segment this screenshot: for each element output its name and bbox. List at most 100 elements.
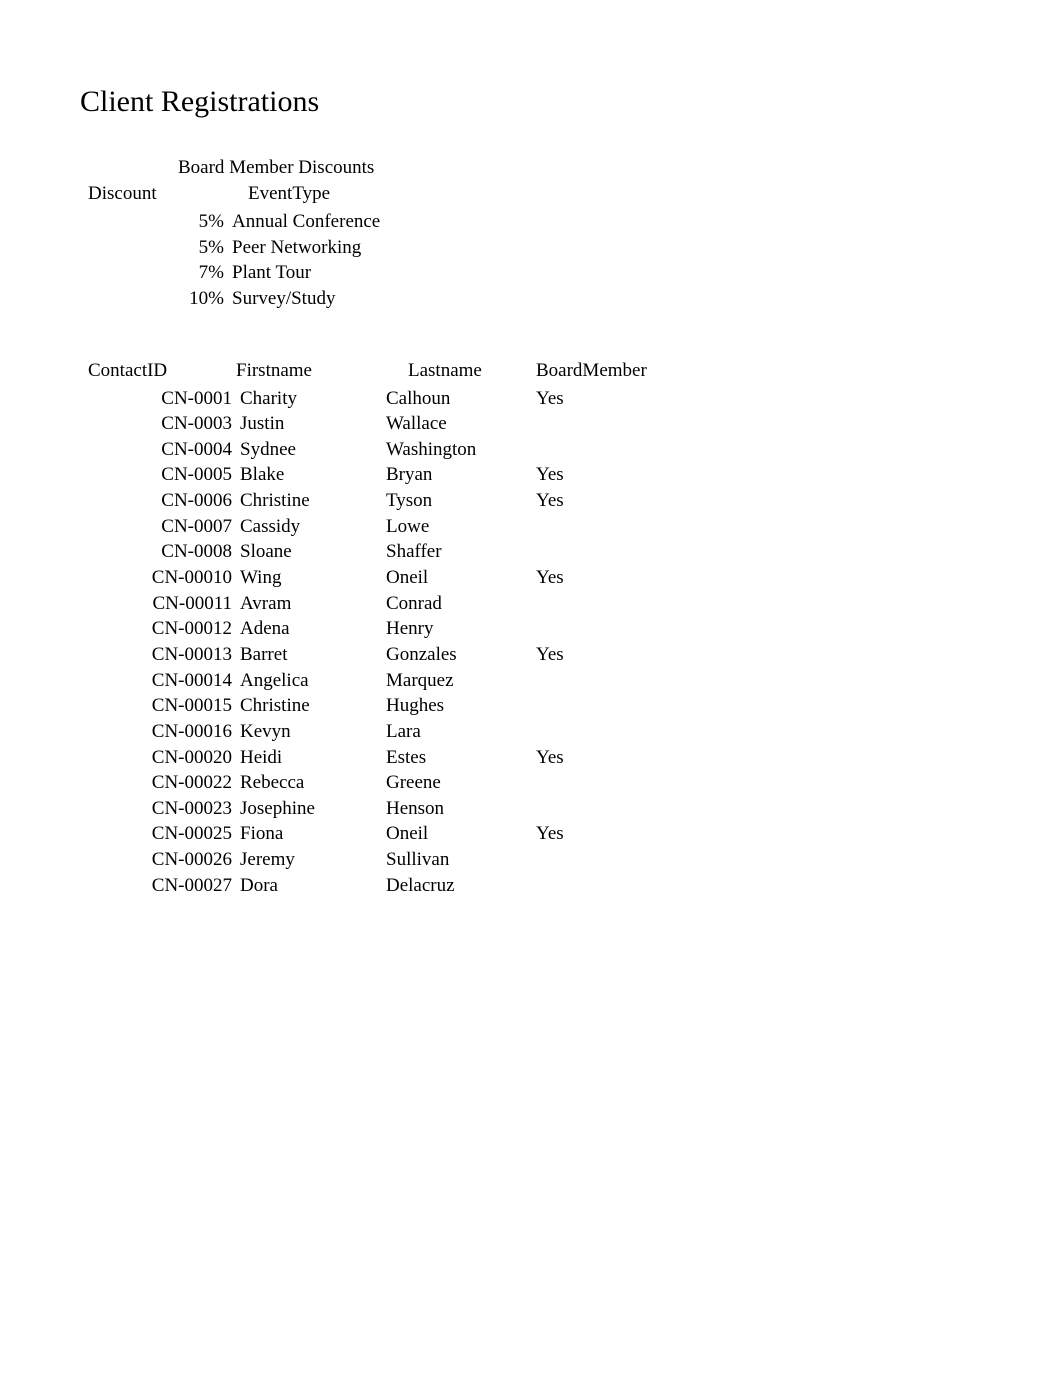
- table-row: CN-0004SydneeWashington: [88, 437, 1062, 463]
- cell-contactid: CN-00023: [88, 796, 236, 822]
- cell-lastname: Delacruz: [386, 873, 536, 899]
- cell-boardmember: Yes: [536, 642, 686, 668]
- cell-lastname: Lowe: [386, 514, 536, 540]
- discount-row: 10%Survey/Study: [88, 286, 1062, 312]
- discount-row: 7%Plant Tour: [88, 260, 1062, 286]
- cell-firstname: Dora: [236, 873, 386, 899]
- cell-boardmember: Yes: [536, 565, 686, 591]
- cell-firstname: Wing: [236, 565, 386, 591]
- cell-firstname: Charity: [236, 386, 386, 412]
- cell-contactid: CN-00016: [88, 719, 236, 745]
- cell-boardmember: Yes: [536, 462, 686, 488]
- cell-lastname: Oneil: [386, 821, 536, 847]
- cell-contactid: CN-0001: [88, 386, 236, 412]
- cell-firstname: Jeremy: [236, 847, 386, 873]
- cell-lastname: Oneil: [386, 565, 536, 591]
- table-row: CN-00026JeremySullivan: [88, 847, 1062, 873]
- discount-event: Annual Conference: [228, 209, 448, 235]
- cell-lastname: Estes: [386, 745, 536, 771]
- cell-firstname: Rebecca: [236, 770, 386, 796]
- cell-firstname: Fiona: [236, 821, 386, 847]
- table-row: CN-00011AvramConrad: [88, 591, 1062, 617]
- cell-boardmember: [536, 411, 686, 437]
- cell-lastname: Shaffer: [386, 539, 536, 565]
- cell-boardmember: [536, 591, 686, 617]
- discount-event: Survey/Study: [228, 286, 448, 312]
- cell-boardmember: [536, 873, 686, 899]
- cell-lastname: Hughes: [386, 693, 536, 719]
- cell-lastname: Henry: [386, 616, 536, 642]
- contacts-header-boardmember: BoardMember: [536, 360, 686, 382]
- discount-event: Plant Tour: [228, 260, 448, 286]
- cell-lastname: Tyson: [386, 488, 536, 514]
- discount-value: 7%: [88, 260, 228, 286]
- discount-value: 5%: [88, 235, 228, 261]
- cell-firstname: Heidi: [236, 745, 386, 771]
- cell-boardmember: [536, 770, 686, 796]
- cell-boardmember: Yes: [536, 821, 686, 847]
- cell-boardmember: [536, 539, 686, 565]
- cell-boardmember: [536, 437, 686, 463]
- cell-lastname: Marquez: [386, 668, 536, 694]
- table-row: CN-00013BarretGonzalesYes: [88, 642, 1062, 668]
- cell-contactid: CN-00026: [88, 847, 236, 873]
- cell-contactid: CN-00022: [88, 770, 236, 796]
- cell-contactid: CN-00027: [88, 873, 236, 899]
- cell-lastname: Lara: [386, 719, 536, 745]
- table-row: CN-00027DoraDelacruz: [88, 873, 1062, 899]
- discounts-title: Board Member Discounts: [178, 157, 374, 179]
- cell-boardmember: [536, 668, 686, 694]
- discount-event: Peer Networking: [228, 235, 448, 261]
- cell-firstname: Angelica: [236, 668, 386, 694]
- contacts-header-contactid: ContactID: [88, 360, 236, 382]
- cell-firstname: Barret: [236, 642, 386, 668]
- cell-contactid: CN-0006: [88, 488, 236, 514]
- cell-boardmember: Yes: [536, 386, 686, 412]
- table-row: CN-0005BlakeBryanYes: [88, 462, 1062, 488]
- page-title: Client Registrations: [80, 85, 1062, 119]
- table-row: CN-00020HeidiEstesYes: [88, 745, 1062, 771]
- cell-lastname: Wallace: [386, 411, 536, 437]
- table-row: CN-00015ChristineHughes: [88, 693, 1062, 719]
- cell-firstname: Sloane: [236, 539, 386, 565]
- cell-boardmember: [536, 616, 686, 642]
- contacts-header-lastname: Lastname: [386, 360, 536, 382]
- table-row: CN-00014AngelicaMarquez: [88, 668, 1062, 694]
- cell-boardmember: [536, 796, 686, 822]
- table-row: CN-00010WingOneilYes: [88, 565, 1062, 591]
- discounts-header-discount: Discount: [88, 183, 228, 205]
- contacts-header-row: ContactID Firstname Lastname BoardMember: [88, 360, 1062, 382]
- cell-lastname: Gonzales: [386, 642, 536, 668]
- cell-contactid: CN-00014: [88, 668, 236, 694]
- cell-firstname: Adena: [236, 616, 386, 642]
- discounts-header-row: Discount EventType: [88, 183, 1062, 205]
- table-row: CN-00012AdenaHenry: [88, 616, 1062, 642]
- cell-lastname: Calhoun: [386, 386, 536, 412]
- cell-lastname: Washington: [386, 437, 536, 463]
- contacts-rows: CN-0001CharityCalhounYesCN-0003JustinWal…: [88, 386, 1062, 899]
- table-row: CN-00023JosephineHenson: [88, 796, 1062, 822]
- cell-contactid: CN-00020: [88, 745, 236, 771]
- cell-boardmember: Yes: [536, 488, 686, 514]
- cell-firstname: Justin: [236, 411, 386, 437]
- cell-firstname: Avram: [236, 591, 386, 617]
- cell-contactid: CN-00013: [88, 642, 236, 668]
- table-row: CN-00025FionaOneilYes: [88, 821, 1062, 847]
- cell-contactid: CN-0004: [88, 437, 236, 463]
- discounts-title-row: Board Member Discounts: [88, 157, 1062, 179]
- cell-boardmember: [536, 514, 686, 540]
- cell-contactid: CN-0003: [88, 411, 236, 437]
- cell-contactid: CN-0005: [88, 462, 236, 488]
- cell-contactid: CN-00010: [88, 565, 236, 591]
- table-row: CN-00022RebeccaGreene: [88, 770, 1062, 796]
- cell-boardmember: Yes: [536, 745, 686, 771]
- cell-contactid: CN-0007: [88, 514, 236, 540]
- cell-lastname: Conrad: [386, 591, 536, 617]
- table-row: CN-0008SloaneShaffer: [88, 539, 1062, 565]
- cell-lastname: Greene: [386, 770, 536, 796]
- discount-value: 5%: [88, 209, 228, 235]
- cell-contactid: CN-00011: [88, 591, 236, 617]
- cell-firstname: Cassidy: [236, 514, 386, 540]
- cell-contactid: CN-00025: [88, 821, 236, 847]
- cell-boardmember: [536, 693, 686, 719]
